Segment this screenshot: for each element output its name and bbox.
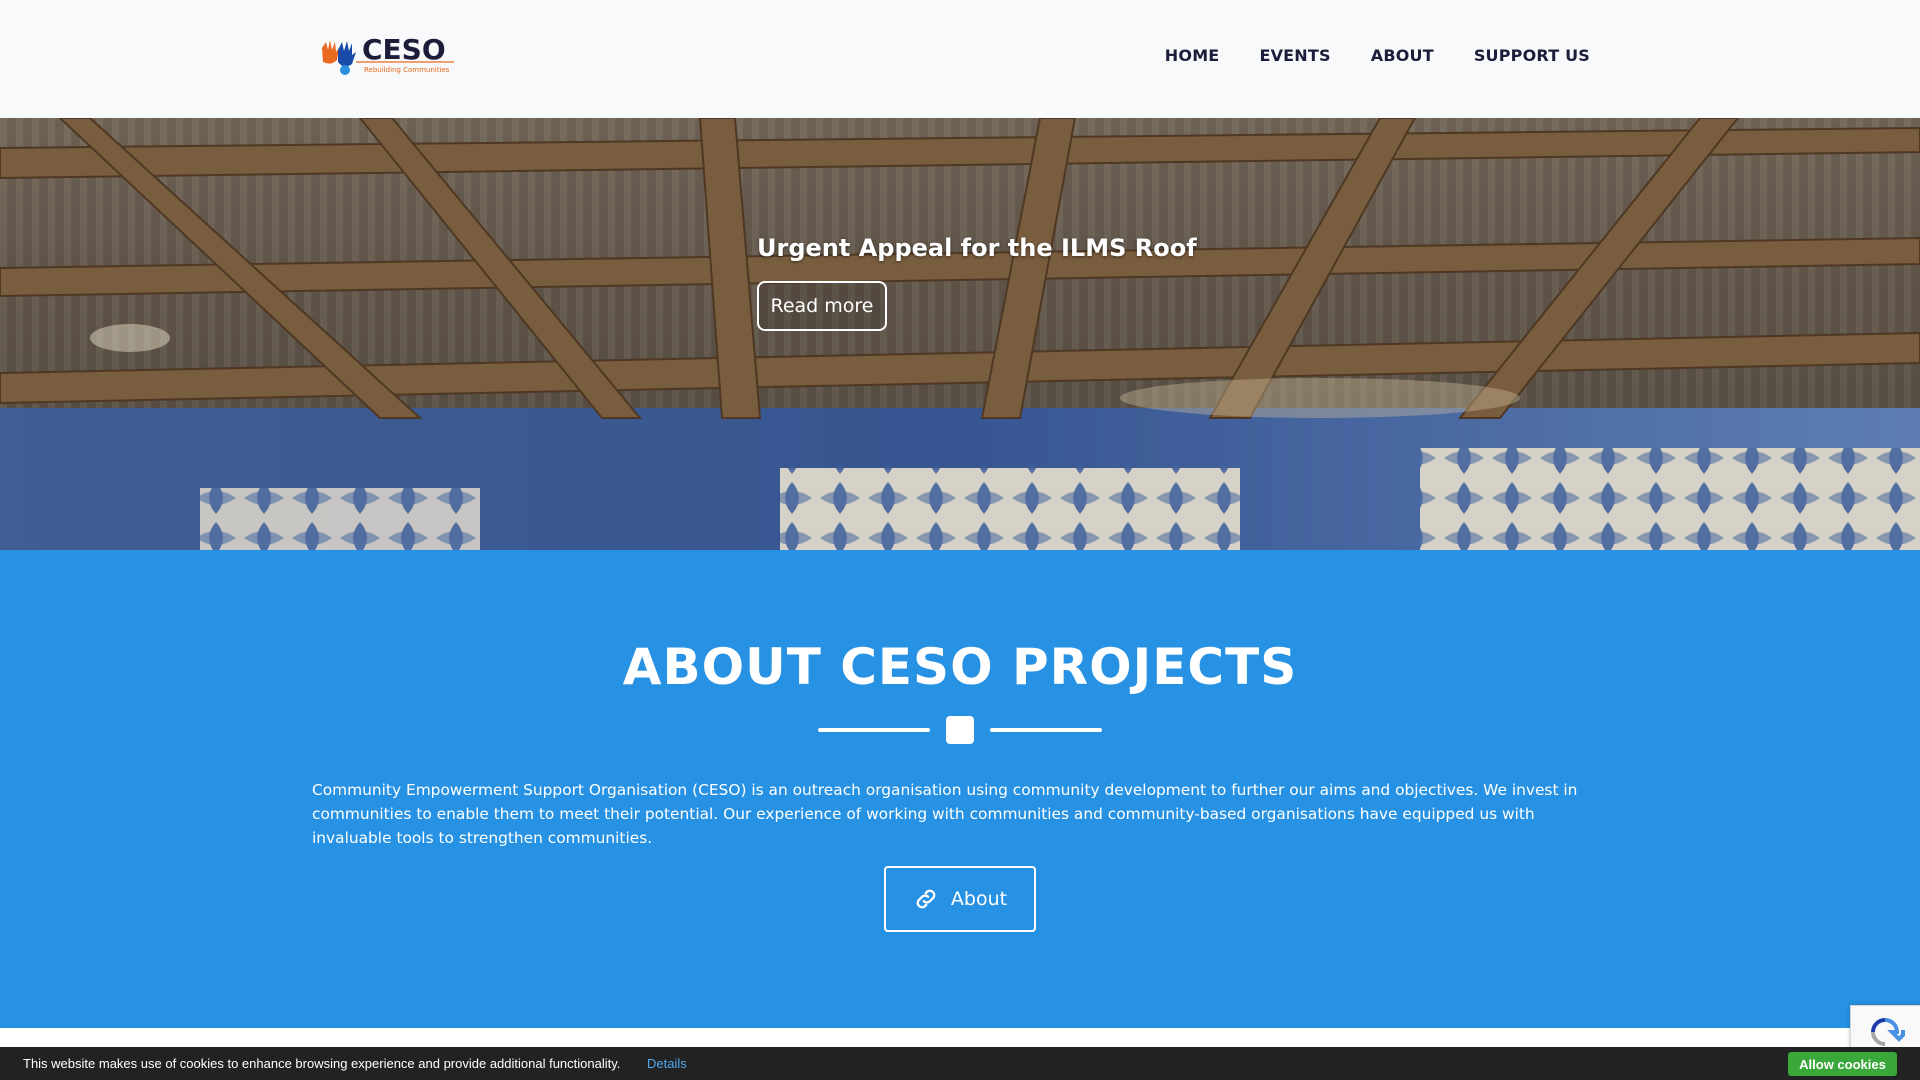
- about-section: ABOUT CESO PROJECTS Community Empowermen…: [0, 550, 1920, 1028]
- cookie-details-link[interactable]: Details: [647, 1056, 687, 1071]
- about-title: ABOUT CESO PROJECTS: [622, 638, 1298, 696]
- link-icon: [916, 889, 936, 909]
- recaptcha-icon: [1871, 1018, 1905, 1046]
- read-more-button[interactable]: Read more: [757, 281, 887, 331]
- ceso-logo[interactable]: CESO Rebuilding Communities: [316, 28, 456, 80]
- divider-line-left: [818, 728, 930, 732]
- hero-roof-image: [0, 118, 1920, 550]
- about-button[interactable]: About: [884, 866, 1036, 932]
- site-header: CESO Rebuilding Communities HOME EVENTS …: [0, 0, 1920, 118]
- cookie-message: This website makes use of cookies to enh…: [23, 1056, 621, 1071]
- cookie-bar: This website makes use of cookies to enh…: [0, 1047, 1920, 1080]
- nav-events[interactable]: EVENTS: [1259, 46, 1330, 65]
- nav-about[interactable]: ABOUT: [1371, 46, 1434, 65]
- svg-text:Rebuilding Communities: Rebuilding Communities: [364, 66, 450, 74]
- recaptcha-badge[interactable]: [1850, 1005, 1920, 1049]
- allow-cookies-button[interactable]: Allow cookies: [1788, 1052, 1897, 1076]
- divider-square: [946, 716, 974, 744]
- hero-title: Urgent Appeal for the ILMS Roof: [757, 234, 1197, 262]
- nav-home[interactable]: HOME: [1165, 46, 1220, 65]
- main-nav: HOME EVENTS ABOUT SUPPORT US: [1165, 46, 1590, 65]
- about-description: Community Empowerment Support Organisati…: [312, 781, 1578, 847]
- ceso-logo-image: CESO Rebuilding Communities: [322, 33, 454, 75]
- about-button-label: About: [950, 888, 1008, 910]
- divider-line-right: [990, 728, 1102, 732]
- svg-text:CESO: CESO: [362, 33, 446, 66]
- nav-support-us[interactable]: SUPPORT US: [1474, 46, 1590, 65]
- hero-banner: Urgent Appeal for the ILMS Roof Read mor…: [0, 118, 1920, 550]
